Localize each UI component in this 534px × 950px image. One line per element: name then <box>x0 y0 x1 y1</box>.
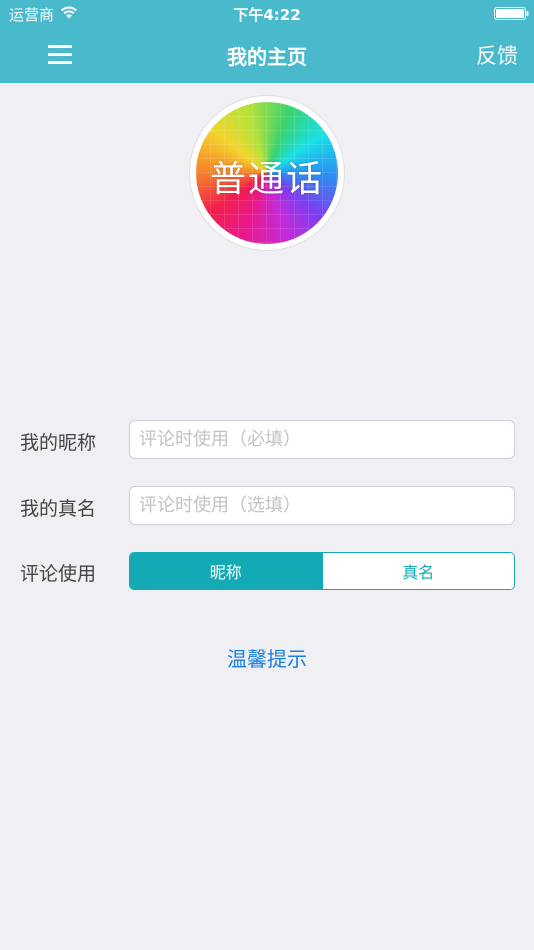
top-bar: 运营商 下午4:22 我的主页 反馈 <box>0 0 534 83</box>
nickname-label: 我的昵称 <box>20 432 97 454</box>
comment-as-label: 评论使用 <box>20 563 97 585</box>
avatar-text: 普通话 <box>209 159 324 200</box>
segment-real-name[interactable]: 真名 <box>321 553 514 589</box>
status-bar: 运营商 下午4:22 <box>0 0 534 28</box>
avatar[interactable]: 普通话 <box>190 96 344 250</box>
real-name-label: 我的真名 <box>20 498 97 520</box>
nav-bar: 我的主页 反馈 <box>0 28 534 83</box>
status-time: 下午4:22 <box>233 6 301 24</box>
comment-as-segmented-control: 昵称 真名 <box>129 552 515 590</box>
feedback-button[interactable]: 反馈 <box>476 40 518 70</box>
real-name-input[interactable] <box>129 486 515 525</box>
avatar-image: 普通话 <box>196 102 338 244</box>
nickname-input[interactable] <box>129 420 515 459</box>
battery-icon <box>494 7 529 20</box>
segment-nickname[interactable]: 昵称 <box>130 553 322 589</box>
tips-link[interactable]: 温馨提示 <box>0 643 534 672</box>
page-title: 我的主页 <box>227 45 307 69</box>
